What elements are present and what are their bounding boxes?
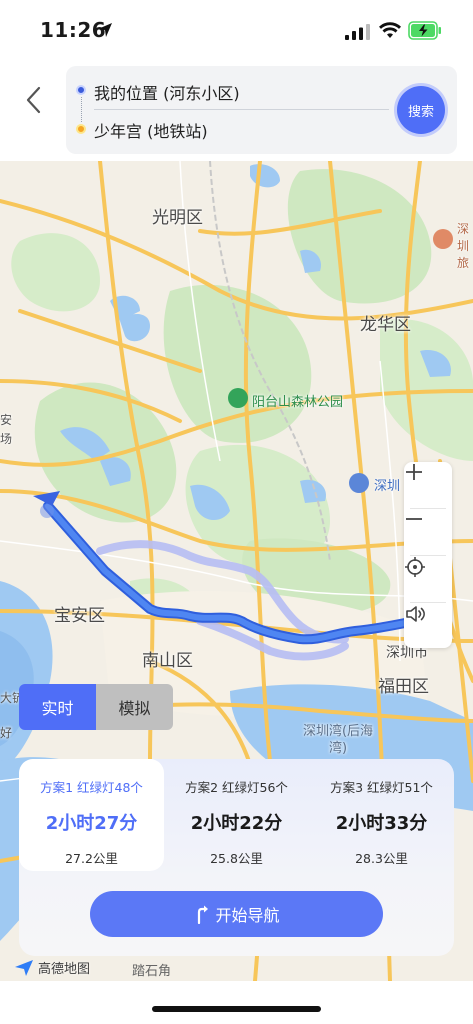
end-dot-icon: [76, 124, 86, 134]
plan-header: 方案3 红绿灯51个: [330, 780, 433, 795]
back-button[interactable]: [20, 82, 48, 118]
cellular-signal-icon: [345, 24, 370, 40]
location-arrow-icon: [98, 23, 112, 37]
gaode-logo: 高德地图: [14, 958, 90, 977]
plan-duration: 2小时27分: [45, 813, 138, 834]
route-plans-panel: 方案1 红绿灯48个 2小时27分 27.2公里 方案2 红绿灯56个 2小时2…: [19, 759, 454, 956]
speaker-icon: [406, 606, 425, 622]
wifi-icon: [379, 22, 401, 38]
edge-label-1: 安: [0, 413, 13, 427]
voice-button[interactable]: [404, 603, 452, 649]
zoom-in-button[interactable]: [404, 462, 452, 508]
route-plan-3[interactable]: 方案3 红绿灯51个 2小时33分 28.3公里: [309, 759, 454, 871]
route-connector: [81, 97, 82, 122]
status-bar: 11:26: [0, 0, 473, 60]
district-label-nanshan: 南山区: [142, 651, 193, 671]
plan-distance: 27.2公里: [65, 851, 118, 866]
gaode-logo-text: 高德地图: [38, 962, 91, 977]
start-navigation-label: 开始导航: [215, 906, 280, 925]
mode-toggle: 实时 模拟: [19, 684, 173, 730]
plan-duration: 2小时33分: [335, 813, 428, 834]
start-location-field[interactable]: 我的位置 (河东小区): [94, 80, 240, 104]
plan-duration: 2小时22分: [190, 813, 283, 834]
plan-header: 方案1 红绿灯48个: [40, 780, 143, 795]
district-label-futian: 福田区: [378, 677, 429, 697]
end-location-field[interactable]: 少年宫 (地铁站): [94, 118, 208, 142]
plan-distance: 28.3公里: [355, 851, 408, 866]
minus-icon: [406, 518, 422, 520]
mode-simulate-button[interactable]: 模拟: [96, 684, 173, 730]
start-navigation-button[interactable]: 开始导航: [90, 891, 383, 937]
crosshair-icon: [405, 557, 425, 577]
mode-realtime-button[interactable]: 实时: [19, 684, 96, 730]
zoom-out-button[interactable]: [404, 509, 452, 555]
plan-distance: 25.8公里: [210, 851, 263, 866]
start-dot-icon: [76, 85, 86, 95]
edge-label-4: 好: [0, 726, 13, 740]
district-label-guangming: 光明区: [152, 208, 203, 228]
poi-label-bay: 深圳湾(后海湾): [302, 724, 374, 756]
poi-label-shenzhen-north[interactable]: 深圳: [374, 475, 400, 494]
search-button[interactable]: 搜索: [397, 86, 445, 134]
locate-button[interactable]: [404, 556, 452, 602]
route-plan-2[interactable]: 方案2 红绿灯56个 2小时22分 25.8公里: [164, 759, 309, 871]
poi-label-park[interactable]: 阳台山森林公园: [252, 391, 343, 410]
district-label-longhua: 龙华区: [360, 315, 411, 335]
battery-charging-icon: [408, 21, 441, 40]
plus-icon: [406, 464, 422, 480]
home-indicator[interactable]: [152, 1006, 321, 1012]
map-controls: [404, 462, 452, 648]
edge-label-right: 深圳旅: [457, 222, 470, 270]
field-divider: [94, 109, 389, 110]
route-input-box: 我的位置 (河东小区) 少年宫 (地铁站) 搜索: [66, 66, 457, 154]
turn-arrow-icon: [198, 905, 209, 924]
gaode-logo-icon: [15, 959, 33, 976]
edge-label-2: 场: [0, 432, 13, 446]
district-label-baoan: 宝安区: [54, 606, 105, 626]
plan-header: 方案2 红绿灯56个: [185, 780, 288, 795]
place-label-bottom: 踏石角: [132, 964, 172, 979]
route-plan-1[interactable]: 方案1 红绿灯48个 2小时27分 27.2公里: [19, 759, 164, 871]
